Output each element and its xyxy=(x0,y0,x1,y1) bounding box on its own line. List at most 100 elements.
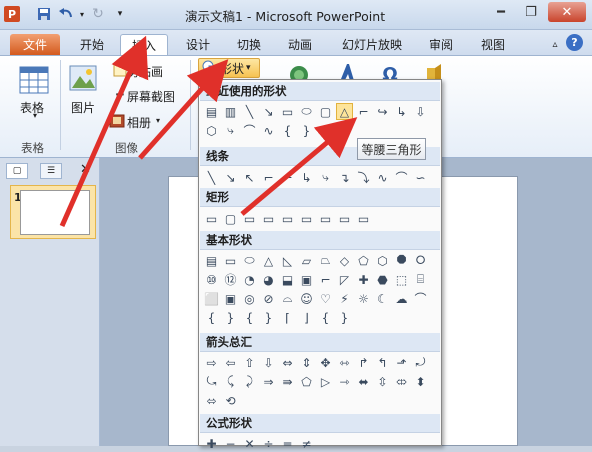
picture-button-label[interactable]: 图片 xyxy=(71,99,95,116)
shape-item[interactable]: ⇾ xyxy=(336,373,353,390)
shape-item[interactable]: ▥ xyxy=(222,103,239,120)
tab-file[interactable]: 文件 xyxy=(10,34,60,55)
shape-item[interactable]: ⤾ xyxy=(412,354,429,371)
clipart-icon[interactable] xyxy=(113,63,127,77)
shape-item[interactable]: ▭ xyxy=(279,210,296,227)
shape-item[interactable]: ⌒ xyxy=(241,122,258,139)
shape-item[interactable]: ⌋ xyxy=(298,309,315,326)
shape-item[interactable]: ↘ xyxy=(260,103,277,120)
shape-item[interactable]: { xyxy=(279,122,296,139)
close-button[interactable]: ✕ xyxy=(548,2,586,22)
shape-item[interactable]: ⬣ xyxy=(374,271,391,288)
shape-item[interactable]: } xyxy=(222,309,239,326)
shape-item[interactable]: ▣ xyxy=(222,290,239,307)
shape-item[interactable]: ⌐ xyxy=(355,103,372,120)
shape-item[interactable]: ▭ xyxy=(260,210,277,227)
shape-item[interactable]: ⚡ xyxy=(336,290,353,307)
shape-item[interactable]: ↰ xyxy=(374,354,391,371)
close-pane-icon[interactable]: ✕ xyxy=(80,162,91,177)
shape-item[interactable]: ⤵ xyxy=(355,169,372,186)
shape-item[interactable]: ☾ xyxy=(374,290,391,307)
tab-view[interactable]: 视图 xyxy=(471,34,515,55)
shape-item[interactable]: ⤿ xyxy=(203,373,220,390)
shape-item[interactable]: ⌒ xyxy=(393,169,410,186)
powerpoint-logo-icon[interactable]: P xyxy=(4,6,20,22)
shape-item[interactable]: ⇛ xyxy=(279,373,296,390)
shape-item[interactable]: ↳ xyxy=(298,169,315,186)
undo-dropdown-icon[interactable]: ▾ xyxy=(74,6,90,22)
shape-item[interactable]: ▭ xyxy=(241,210,258,227)
clipart-label[interactable]: 剪贴画 xyxy=(127,63,163,80)
shape-item[interactable]: ▭ xyxy=(222,252,239,269)
table-button-label[interactable]: 表格 xyxy=(20,99,44,116)
shape-item[interactable]: △ xyxy=(260,252,277,269)
shape-item[interactable]: ⌐ xyxy=(260,169,277,186)
shape-item[interactable]: ↳ xyxy=(393,103,410,120)
shape-item[interactable]: ∽ xyxy=(412,169,429,186)
shape-item[interactable]: ▭ xyxy=(317,210,334,227)
shape-item[interactable]: ✚ xyxy=(355,271,372,288)
shape-item[interactable]: ⊘ xyxy=(260,290,277,307)
shape-item[interactable]: ◇ xyxy=(336,252,353,269)
shape-item[interactable]: ⤸ xyxy=(241,373,258,390)
shape-item[interactable]: ⌐ xyxy=(317,271,334,288)
restore-button[interactable]: ❐ xyxy=(518,2,544,22)
shape-item[interactable]: ▷ xyxy=(317,373,334,390)
tab-animations[interactable]: 动画 xyxy=(278,34,322,55)
shape-item[interactable]: ✕ xyxy=(241,435,258,452)
picture-icon[interactable] xyxy=(68,62,98,94)
shape-item[interactable]: ▭ xyxy=(355,210,372,227)
shape-item[interactable]: ▭ xyxy=(336,210,353,227)
shape-item[interactable]: ⬌ xyxy=(355,373,372,390)
shape-item[interactable]: ⤄ xyxy=(393,373,410,390)
album-label[interactable]: 相册 xyxy=(127,114,151,131)
shape-item[interactable]: ⌸ xyxy=(412,271,429,288)
shape-item[interactable]: ⬠ xyxy=(355,252,372,269)
shape-item[interactable]: ⬍ xyxy=(412,373,429,390)
shape-item[interactable]: ⬚ xyxy=(393,271,410,288)
shape-item[interactable]: ≠ xyxy=(298,435,315,452)
shape-item[interactable]: ═ xyxy=(279,435,296,452)
shape-item[interactable]: ▣ xyxy=(298,271,315,288)
shape-item[interactable]: ▤ xyxy=(203,252,220,269)
shape-item[interactable]: ⬏ xyxy=(393,354,410,371)
slides-tab-icon[interactable]: ▢ xyxy=(6,163,28,179)
shape-item[interactable]: ⑩ xyxy=(203,271,220,288)
shape-item[interactable]: ⤷ xyxy=(222,122,239,139)
screenshot-icon[interactable]: ✚ xyxy=(113,88,127,102)
ribbon-collapse-icon[interactable]: ▵ xyxy=(548,34,562,55)
shape-item[interactable]: ↴ xyxy=(336,169,353,186)
shape-item[interactable]: ⬄ xyxy=(203,392,220,409)
save-icon[interactable] xyxy=(36,6,52,22)
shape-item[interactable]: ◔ xyxy=(241,271,258,288)
shape-item[interactable]: ▭ xyxy=(298,210,315,227)
customize-toolbar-icon[interactable]: ▾ xyxy=(112,6,128,22)
shape-item[interactable]: ☁ xyxy=(393,290,410,307)
shape-item[interactable]: ↱ xyxy=(355,354,372,371)
shape-item[interactable]: } xyxy=(298,122,315,139)
shape-item[interactable]: } xyxy=(336,309,353,326)
help-icon[interactable]: ? xyxy=(566,34,583,51)
outline-tab-icon[interactable]: ☰ xyxy=(40,163,62,179)
shape-item[interactable]: ☺ xyxy=(298,290,315,307)
shape-item[interactable]: ◺ xyxy=(279,252,296,269)
shape-item[interactable]: − xyxy=(222,435,239,452)
shape-item[interactable]: ⏢ xyxy=(317,252,334,269)
tab-review[interactable]: 审阅 xyxy=(419,34,463,55)
shape-item[interactable]: ▢ xyxy=(222,210,239,227)
shape-item[interactable]: ⇔ xyxy=(279,354,296,371)
shape-item[interactable]: ⌓ xyxy=(279,290,296,307)
shape-item[interactable]: ⇨ xyxy=(203,354,220,371)
shape-item[interactable]: ✚ xyxy=(203,435,220,452)
redo-icon[interactable]: ↻ xyxy=(90,6,106,22)
shape-item[interactable]: ⇦ xyxy=(222,354,239,371)
tab-insert[interactable]: 插入 xyxy=(120,34,168,55)
shape-item[interactable]: { xyxy=(317,309,334,326)
shape-item[interactable]: ⤹ xyxy=(222,373,239,390)
shape-item[interactable]: } xyxy=(260,309,277,326)
shape-item[interactable]: ⯃ xyxy=(393,252,410,269)
isosceles-triangle-shape[interactable]: △ xyxy=(336,103,353,120)
shape-item[interactable]: ◸ xyxy=(336,271,353,288)
tab-design[interactable]: 设计 xyxy=(176,34,220,55)
shape-item[interactable]: ⤷ xyxy=(317,169,334,186)
